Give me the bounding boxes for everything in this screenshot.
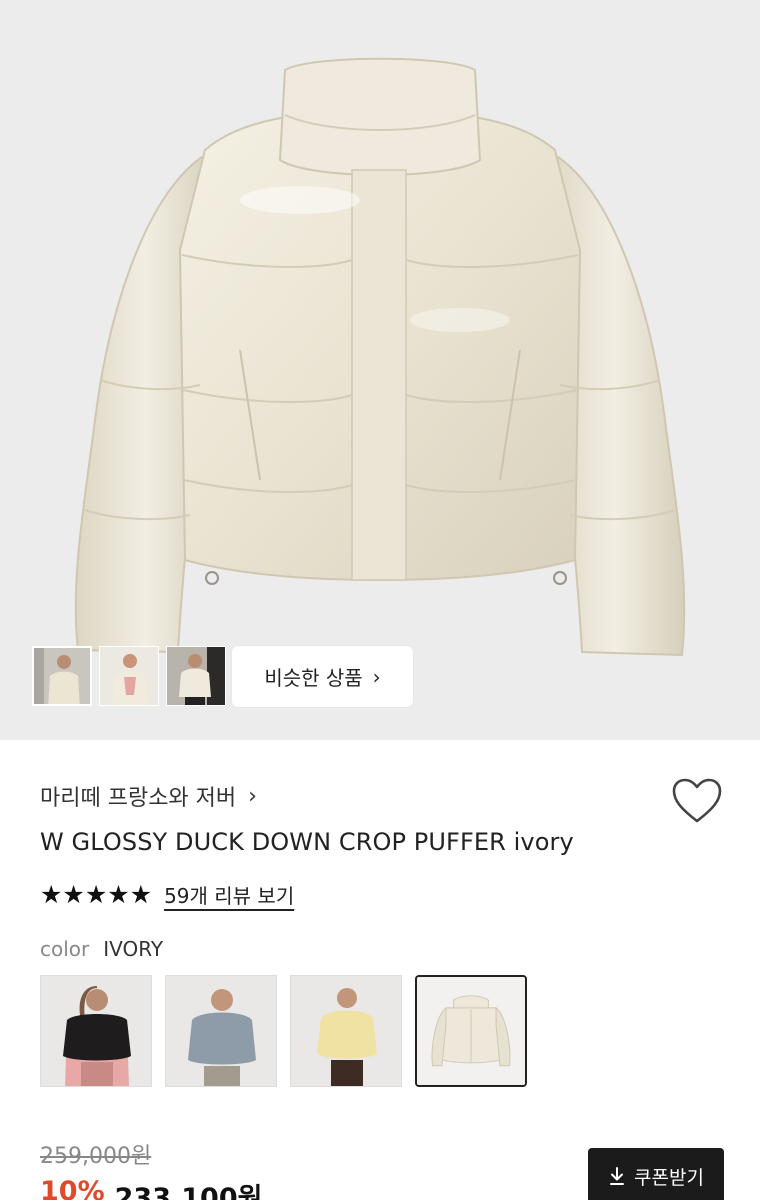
brand-link[interactable]: 마리떼 프랑소와 저버 › xyxy=(40,780,257,812)
color-swatch-yellow[interactable] xyxy=(290,975,402,1087)
gallery-thumbnail[interactable] xyxy=(32,646,92,706)
wishlist-heart-icon[interactable] xyxy=(670,776,724,826)
puffer-jacket-image xyxy=(74,57,686,657)
color-row: color IVORY xyxy=(40,937,163,961)
reviews-link[interactable]: 59개 리뷰 보기 xyxy=(164,880,294,909)
download-icon xyxy=(610,1167,625,1185)
gallery-thumbnail[interactable] xyxy=(166,646,226,706)
color-swatch-black[interactable] xyxy=(40,975,152,1087)
chevron-right-icon: › xyxy=(372,664,381,689)
coupon-download-button[interactable]: 쿠폰받기 xyxy=(588,1148,724,1200)
color-swatches xyxy=(40,975,527,1087)
similar-products-button[interactable]: 비슷한 상품 › xyxy=(232,646,413,707)
gallery-thumbnail[interactable] xyxy=(99,646,159,706)
similar-products-label: 비슷한 상품 xyxy=(264,666,363,690)
color-label: color xyxy=(40,937,90,961)
star-rating-icon: ★★★★★ xyxy=(40,880,153,909)
color-swatch-ivory[interactable] xyxy=(415,975,527,1087)
sale-price: 233,100원 xyxy=(114,1183,263,1200)
brand-name: 마리떼 프랑소와 저버 xyxy=(40,786,237,811)
rating-row: ★★★★★ 59개 리뷰 보기 xyxy=(40,880,294,909)
discount-rate: 10% xyxy=(40,1176,105,1200)
price-row: 10% 233,100원 xyxy=(40,1176,262,1200)
product-hero-image[interactable]: 비슷한 상품 › xyxy=(0,0,760,740)
original-price: 259,000원 xyxy=(40,1144,152,1169)
color-swatch-blue-grey[interactable] xyxy=(165,975,277,1087)
color-value: IVORY xyxy=(103,937,164,961)
chevron-right-icon: › xyxy=(248,783,257,809)
gallery-thumbnails xyxy=(32,646,226,706)
product-title: W GLOSSY DUCK DOWN CROP PUFFER ivory xyxy=(40,828,574,856)
coupon-label: 쿠폰받기 xyxy=(634,1166,704,1189)
